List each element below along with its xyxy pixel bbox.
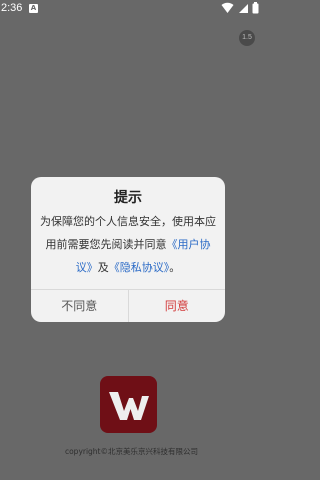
battery-icon xyxy=(252,2,259,14)
notification-a-icon: A xyxy=(29,4,38,13)
app-logo xyxy=(100,376,157,433)
status-bar: 2:36 A xyxy=(0,0,263,18)
dialog-body-end: 。 xyxy=(169,261,181,274)
dialog-button-row: 不同意 同意 xyxy=(31,289,225,322)
dialog-conjunction: 及 xyxy=(97,261,109,274)
signal-icon xyxy=(238,4,248,13)
privacy-dialog: 提示 为保障您的个人信息安全，使用本应用前需要您先阅读并同意《用户协议》及《隐私… xyxy=(31,177,225,322)
copyright-text: copyright©北京美乐京兴科技有限公司 xyxy=(64,447,199,456)
status-time: 2:36 xyxy=(1,2,23,14)
dialog-message: 为保障您的个人信息安全，使用本应用前需要您先阅读并同意《用户协议》及《隐私协议》… xyxy=(39,210,217,279)
skip-countdown-badge[interactable]: 1.5 xyxy=(239,30,255,46)
agree-button[interactable]: 同意 xyxy=(129,290,226,322)
privacy-policy-link[interactable]: 《隐私协议》 xyxy=(109,261,170,274)
w-logo-icon xyxy=(109,392,149,420)
wifi-icon xyxy=(221,2,234,13)
dialog-title: 提示 xyxy=(114,190,142,206)
status-icons xyxy=(221,2,259,16)
disagree-button[interactable]: 不同意 xyxy=(31,290,129,322)
